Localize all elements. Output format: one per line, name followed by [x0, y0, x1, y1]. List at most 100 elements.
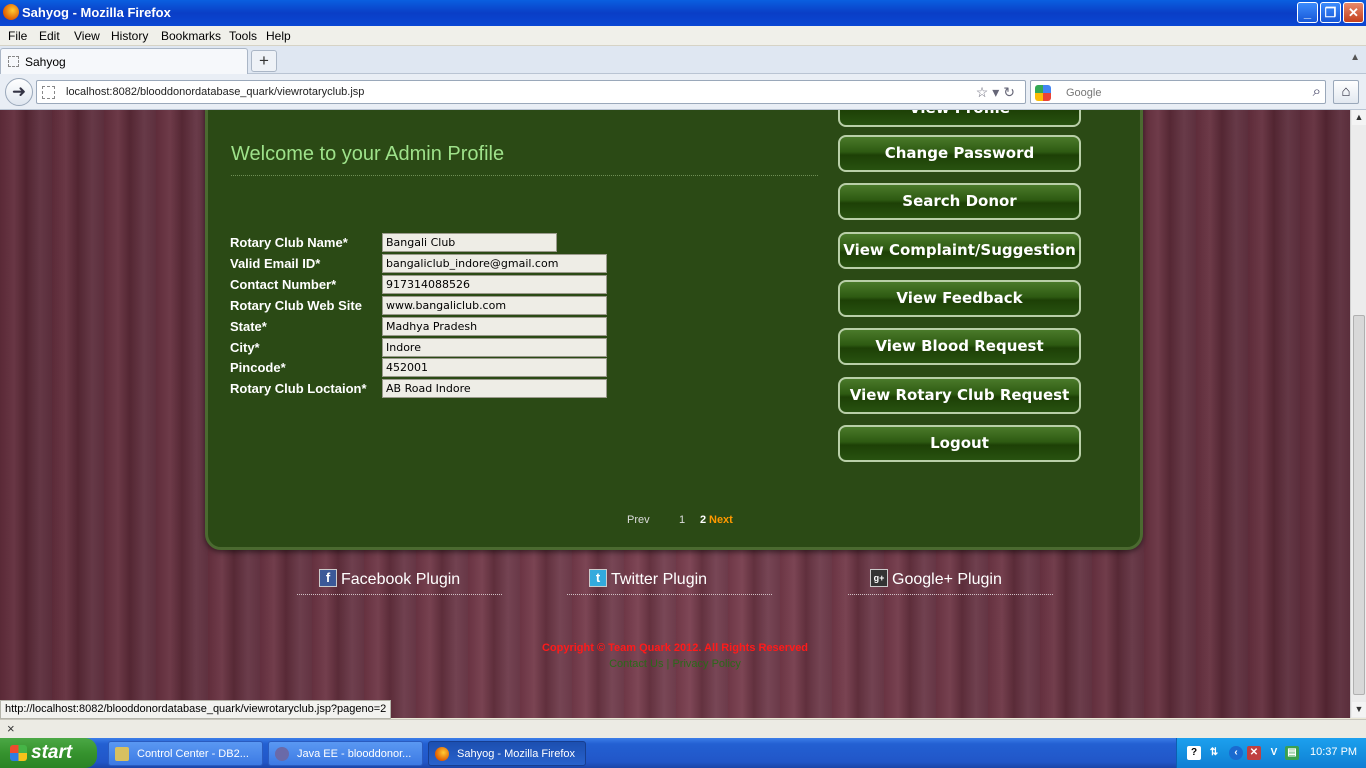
window-titlebar: Sahyog - Mozilla Firefox _ ❐ ✕ — [0, 0, 1366, 26]
googleplus-icon: g+ — [870, 569, 888, 587]
twitter-plugin-link[interactable]: t Twitter Plugin — [567, 565, 772, 595]
privacy-policy-link[interactable]: Privacy Policy — [672, 658, 740, 670]
contact-us-link[interactable]: Contact Us — [609, 658, 663, 670]
copyright-text: Copyright © Team Quark 2012. All Rights … — [541, 642, 809, 654]
club-name-label: Rotary Club Name* — [230, 235, 348, 250]
taskbar-item-firefox[interactable]: Sahyog - Mozilla Firefox — [428, 741, 586, 766]
search-placeholder: Google — [1066, 87, 1102, 99]
vertical-scrollbar[interactable]: ▲ ▼ — [1350, 110, 1366, 718]
back-arrow-icon: ➜ — [11, 82, 27, 101]
view-blood-request-button[interactable]: View Blood Request — [838, 328, 1081, 365]
menu-history[interactable]: History — [111, 29, 148, 43]
pincode-field[interactable] — [382, 358, 607, 377]
title-divider — [231, 175, 818, 176]
footer-separator: | — [666, 658, 670, 670]
home-button[interactable]: ⌂ — [1333, 80, 1359, 104]
pagination-page-1[interactable]: 1 — [679, 514, 685, 526]
taskbar-item-control-center[interactable]: Control Center - DB2... — [108, 741, 263, 766]
facebook-icon: f — [319, 569, 337, 587]
status-url: http://localhost:8082/blooddonordatabase… — [0, 700, 392, 719]
twitter-plugin-label: Twitter Plugin — [611, 571, 708, 588]
eclipse-icon — [275, 747, 289, 761]
view-profile-button[interactable]: View Profile — [838, 110, 1081, 127]
menu-view[interactable]: View — [74, 29, 100, 43]
search-donor-button[interactable]: Search Donor — [838, 183, 1081, 220]
view-feedback-button[interactable]: View Feedback — [838, 280, 1081, 317]
bookmark-star-icon[interactable]: ☆▾↻ — [976, 84, 1019, 101]
pagination-page-2: 2 — [700, 514, 707, 526]
scroll-down-arrow-icon[interactable]: ▼ — [1352, 702, 1366, 717]
close-addon-bar-icon[interactable]: × — [7, 721, 15, 736]
footer-links: Contact Us | Privacy Policy — [0, 658, 1350, 670]
back-button[interactable]: ➜ — [5, 78, 33, 106]
menu-edit[interactable]: Edit — [39, 29, 60, 43]
close-window-button[interactable]: ✕ — [1343, 2, 1364, 23]
search-magnifier-icon[interactable]: ⌕ — [1313, 83, 1321, 100]
help-icon[interactable]: ? — [1187, 746, 1201, 760]
tab-list-chevron-icon[interactable]: ▲ — [1350, 52, 1360, 63]
taskbar-label: Sahyog - Mozilla Firefox — [457, 748, 575, 760]
view-rotary-club-request-button[interactable]: View Rotary Club Request — [838, 377, 1081, 414]
start-label: start — [31, 742, 73, 763]
menu-file[interactable]: File — [8, 29, 27, 43]
windows-flag-icon — [10, 745, 27, 761]
location-field[interactable] — [382, 379, 607, 398]
battery-icon[interactable]: ▤ — [1285, 746, 1299, 760]
site-identity-icon[interactable] — [42, 86, 55, 99]
arrow-left-icon[interactable]: ‹ — [1229, 746, 1243, 760]
menu-bar: File Edit View History Bookmarks Tools H… — [0, 26, 1366, 46]
system-tray: ? ⇅ ‹ ✕ V ▤ 10:37 PM — [1176, 738, 1366, 768]
menu-bookmarks[interactable]: Bookmarks — [161, 29, 221, 43]
new-tab-button[interactable]: + — [251, 50, 277, 72]
scrollbar-thumb[interactable] — [1353, 315, 1365, 695]
security-icon[interactable]: ✕ — [1247, 746, 1261, 760]
address-bar[interactable]: localhost:8082/blooddonordatabase_quark/… — [36, 80, 1026, 104]
search-box[interactable]: Google ⌕ — [1030, 80, 1326, 104]
home-icon: ⌂ — [1341, 83, 1351, 100]
navigation-bar: ➜ localhost:8082/blooddonordatabase_quar… — [0, 74, 1366, 110]
facebook-plugin-label: Facebook Plugin — [341, 571, 461, 588]
location-label: Rotary Club Loctaion* — [230, 381, 367, 396]
tab-label: Sahyog — [25, 55, 66, 69]
pagination-prev[interactable]: Prev — [627, 514, 650, 526]
tab-sahyog[interactable]: Sahyog — [0, 48, 248, 74]
page-content: Welcome to your Admin Profile Rotary Clu… — [0, 110, 1350, 718]
menu-tools[interactable]: Tools — [229, 29, 257, 43]
v-icon[interactable]: V — [1267, 746, 1281, 760]
contact-field[interactable] — [382, 275, 607, 294]
network-icon[interactable]: ⇅ — [1207, 746, 1221, 760]
pagination-next[interactable]: Next — [709, 514, 733, 526]
logout-button[interactable]: Logout — [838, 425, 1081, 462]
start-button[interactable]: start — [0, 738, 97, 768]
city-field[interactable] — [382, 338, 607, 357]
taskbar-label: Java EE - blooddonor... — [297, 748, 412, 760]
contact-label: Contact Number* — [230, 277, 337, 292]
change-password-button[interactable]: Change Password — [838, 135, 1081, 172]
google-engine-icon[interactable] — [1035, 85, 1051, 101]
maximize-button[interactable]: ❐ — [1320, 2, 1341, 23]
facebook-plugin-link[interactable]: f Facebook Plugin — [297, 565, 502, 595]
scroll-up-arrow-icon[interactable]: ▲ — [1352, 110, 1366, 125]
address-url: localhost:8082/blooddonordatabase_quark/… — [66, 86, 365, 98]
view-complaint-button[interactable]: View Complaint/Suggestion — [838, 232, 1081, 269]
window-title: Sahyog - Mozilla Firefox — [22, 5, 171, 20]
googleplus-plugin-link[interactable]: g+ Google+ Plugin — [848, 565, 1053, 595]
city-label: City* — [230, 340, 260, 355]
email-label: Valid Email ID* — [230, 256, 321, 271]
menu-help[interactable]: Help — [266, 29, 291, 43]
minimize-button[interactable]: _ — [1297, 2, 1318, 23]
website-field[interactable] — [382, 296, 607, 315]
firefox-icon — [435, 747, 449, 761]
windows-taskbar: start Control Center - DB2... Java EE - … — [0, 738, 1366, 768]
club-name-field[interactable] — [382, 233, 557, 252]
page-favicon-icon — [8, 56, 19, 67]
control-center-icon — [115, 747, 129, 761]
state-field[interactable] — [382, 317, 607, 336]
twitter-icon: t — [589, 569, 607, 587]
admin-panel: Welcome to your Admin Profile Rotary Clu… — [205, 110, 1143, 550]
taskbar-item-java-ee[interactable]: Java EE - blooddonor... — [268, 741, 423, 766]
pincode-label: Pincode* — [230, 360, 286, 375]
taskbar-label: Control Center - DB2... — [137, 748, 249, 760]
page-title: Welcome to your Admin Profile — [231, 143, 505, 165]
email-field[interactable] — [382, 254, 607, 273]
